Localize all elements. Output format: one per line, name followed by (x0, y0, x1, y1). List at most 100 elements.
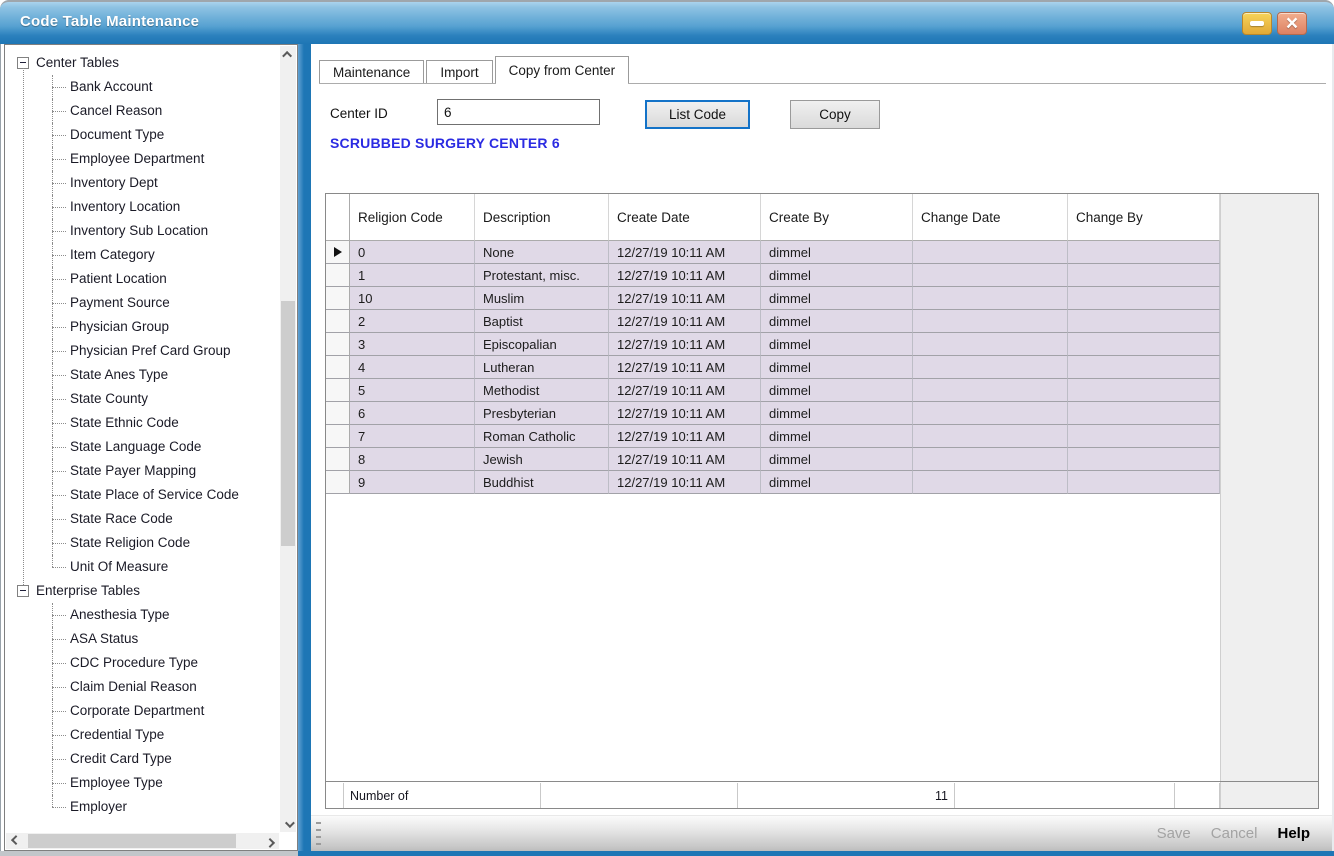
cell-description[interactable]: Episcopalian (475, 333, 609, 356)
cell-change-by[interactable] (1068, 241, 1220, 264)
cell-create-date[interactable]: 12/27/19 10:11 AM (609, 264, 761, 287)
scroll-right-button[interactable] (263, 833, 279, 849)
cell-change-date[interactable] (913, 425, 1068, 448)
cell-code[interactable]: 6 (350, 402, 475, 425)
cell-change-by[interactable] (1068, 448, 1220, 471)
cell-create-by[interactable]: dimmel (761, 310, 913, 333)
cell-create-date[interactable]: 12/27/19 10:11 AM (609, 310, 761, 333)
cancel-button[interactable]: Cancel (1211, 825, 1258, 842)
tree-item-unit-of-measure[interactable]: Unit Of Measure (6, 555, 279, 579)
tree-item-inventory-location[interactable]: Inventory Location (6, 195, 279, 219)
row-selector[interactable] (326, 379, 350, 402)
tree-item-document-type[interactable]: Document Type (6, 123, 279, 147)
row-selector[interactable] (326, 356, 350, 379)
tree-item-state-anes-type[interactable]: State Anes Type (6, 363, 279, 387)
row-selector[interactable] (326, 471, 350, 494)
tree-item-state-race-code[interactable]: State Race Code (6, 507, 279, 531)
tree-item-state-religion-code[interactable]: State Religion Code (6, 531, 279, 555)
help-button[interactable]: Help (1277, 825, 1310, 842)
collapse-icon[interactable] (17, 585, 29, 597)
row-selector[interactable] (326, 287, 350, 310)
cell-change-by[interactable] (1068, 333, 1220, 356)
column-header-religion-code[interactable]: Religion Code (350, 194, 475, 241)
cell-create-date[interactable]: 12/27/19 10:11 AM (609, 241, 761, 264)
cell-change-by[interactable] (1068, 264, 1220, 287)
cell-change-by[interactable] (1068, 471, 1220, 494)
cell-create-date[interactable]: 12/27/19 10:11 AM (609, 402, 761, 425)
tree-item-physician-pref-card-group[interactable]: Physician Pref Card Group (6, 339, 279, 363)
tree-item-cdc-procedure-type[interactable]: CDC Procedure Type (6, 651, 279, 675)
cell-create-date[interactable]: 12/27/19 10:11 AM (609, 379, 761, 402)
cell-change-date[interactable] (913, 356, 1068, 379)
cell-create-by[interactable]: dimmel (761, 264, 913, 287)
tree-item-asa-status[interactable]: ASA Status (6, 627, 279, 651)
tree-vertical-scrollbar[interactable] (280, 46, 296, 832)
cell-create-date[interactable]: 12/27/19 10:11 AM (609, 333, 761, 356)
cell-code[interactable]: 8 (350, 448, 475, 471)
cell-code[interactable]: 1 (350, 264, 475, 287)
cell-change-by[interactable] (1068, 425, 1220, 448)
row-selector[interactable] (326, 425, 350, 448)
tree-item-physician-group[interactable]: Physician Group (6, 315, 279, 339)
row-selector[interactable] (326, 264, 350, 287)
cell-change-date[interactable] (913, 264, 1068, 287)
save-button[interactable]: Save (1157, 825, 1191, 842)
column-header-change-date[interactable]: Change Date (913, 194, 1068, 241)
cell-change-by[interactable] (1068, 402, 1220, 425)
tree-item-anesthesia-type[interactable]: Anesthesia Type (6, 603, 279, 627)
tree-item-cancel-reason[interactable]: Cancel Reason (6, 99, 279, 123)
cell-create-by[interactable]: dimmel (761, 471, 913, 494)
cell-description[interactable]: None (475, 241, 609, 264)
tree-item-employee-type[interactable]: Employee Type (6, 771, 279, 795)
statusbar-grip[interactable] (316, 822, 321, 847)
tree-group-center-tables[interactable]: Center Tables (6, 51, 279, 75)
cell-create-by[interactable]: dimmel (761, 379, 913, 402)
row-selector[interactable] (326, 241, 350, 264)
tree-item-credit-card-type[interactable]: Credit Card Type (6, 747, 279, 771)
tree-horizontal-scrollbar[interactable] (6, 833, 279, 849)
cell-code[interactable]: 5 (350, 379, 475, 402)
cell-create-by[interactable]: dimmel (761, 333, 913, 356)
cell-create-date[interactable]: 12/27/19 10:11 AM (609, 471, 761, 494)
column-header-description[interactable]: Description (475, 194, 609, 241)
tree-item-credential-type[interactable]: Credential Type (6, 723, 279, 747)
cell-description[interactable]: Buddhist (475, 471, 609, 494)
tree-item-state-place-of-service-code[interactable]: State Place of Service Code (6, 483, 279, 507)
cell-create-by[interactable]: dimmel (761, 425, 913, 448)
horizontal-scroll-thumb[interactable] (28, 834, 236, 848)
cell-description[interactable]: Protestant, misc. (475, 264, 609, 287)
cell-change-date[interactable] (913, 241, 1068, 264)
cell-description[interactable]: Muslim (475, 287, 609, 310)
row-selector[interactable] (326, 310, 350, 333)
tree-item-inventory-dept[interactable]: Inventory Dept (6, 171, 279, 195)
column-header-change-by[interactable]: Change By (1068, 194, 1220, 241)
cell-code[interactable]: 7 (350, 425, 475, 448)
cell-create-date[interactable]: 12/27/19 10:11 AM (609, 356, 761, 379)
cell-change-date[interactable] (913, 471, 1068, 494)
cell-code[interactable]: 4 (350, 356, 475, 379)
cell-change-date[interactable] (913, 379, 1068, 402)
tree-item-state-ethnic-code[interactable]: State Ethnic Code (6, 411, 279, 435)
tree-item-state-language-code[interactable]: State Language Code (6, 435, 279, 459)
cell-code[interactable]: 9 (350, 471, 475, 494)
cell-code[interactable]: 10 (350, 287, 475, 310)
tab-import[interactable]: Import (426, 60, 492, 83)
cell-code[interactable]: 2 (350, 310, 475, 333)
cell-description[interactable]: Presbyterian (475, 402, 609, 425)
tab-copy-from-center[interactable]: Copy from Center (495, 56, 630, 83)
tree-item-claim-denial-reason[interactable]: Claim Denial Reason (6, 675, 279, 699)
cell-change-date[interactable] (913, 448, 1068, 471)
tree-item-inventory-sub-location[interactable]: Inventory Sub Location (6, 219, 279, 243)
scroll-left-button[interactable] (6, 833, 22, 849)
cell-change-by[interactable] (1068, 379, 1220, 402)
cell-change-by[interactable] (1068, 356, 1220, 379)
tree-item-corporate-department[interactable]: Corporate Department (6, 699, 279, 723)
cell-description[interactable]: Roman Catholic (475, 425, 609, 448)
minimize-button[interactable] (1242, 12, 1272, 35)
cell-description[interactable]: Methodist (475, 379, 609, 402)
cell-create-by[interactable]: dimmel (761, 356, 913, 379)
tree-item-bank-account[interactable]: Bank Account (6, 75, 279, 99)
tree-item-payment-source[interactable]: Payment Source (6, 291, 279, 315)
row-selector[interactable] (326, 333, 350, 356)
cell-description[interactable]: Lutheran (475, 356, 609, 379)
